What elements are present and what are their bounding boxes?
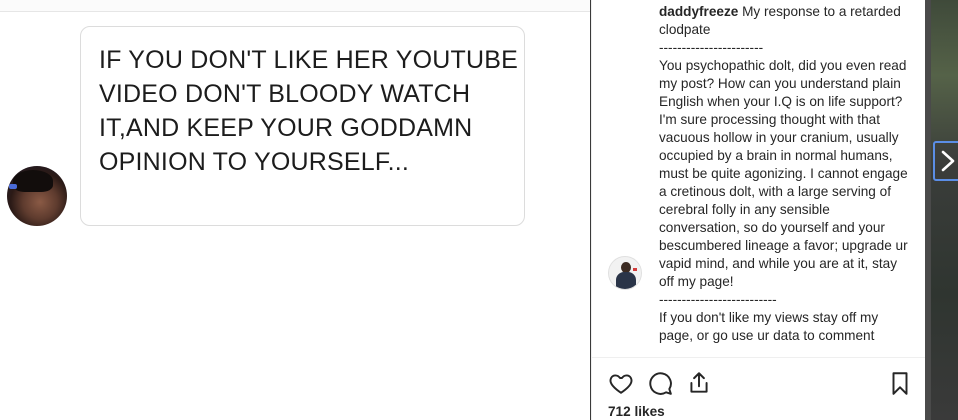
message-sender-avatar bbox=[7, 166, 67, 226]
chevron-right-icon bbox=[941, 150, 955, 172]
next-post-button[interactable] bbox=[933, 141, 958, 181]
commenter-avatar[interactable] bbox=[608, 256, 642, 290]
share-icon[interactable] bbox=[686, 370, 712, 396]
avatar-light bbox=[9, 184, 17, 189]
comment-bubble-icon[interactable] bbox=[647, 370, 673, 396]
comment-body: My response to a retarded clodpate -----… bbox=[659, 4, 908, 343]
comment-text: daddyfreeze My response to a retarded cl… bbox=[659, 3, 909, 345]
image-topbar bbox=[0, 0, 590, 12]
comment-list[interactable]: daddyfreeze My response to a retarded cl… bbox=[592, 0, 926, 358]
heart-icon[interactable] bbox=[608, 370, 634, 396]
avatar-hair bbox=[13, 170, 53, 192]
likes-count[interactable]: 712 likes bbox=[608, 404, 665, 419]
post-actions-bar: 712 likes bbox=[592, 358, 926, 420]
bookmark-icon[interactable] bbox=[887, 370, 913, 396]
post-image: IF YOU DON'T LIKE HER YOUTUBE VIDEO DON'… bbox=[0, 0, 590, 420]
comments-panel: daddyfreeze My response to a retarded cl… bbox=[591, 0, 926, 420]
message-bubble: IF YOU DON'T LIKE HER YOUTUBE VIDEO DON'… bbox=[80, 26, 525, 226]
message-bubble-text: IF YOU DON'T LIKE HER YOUTUBE VIDEO DON'… bbox=[99, 46, 518, 176]
next-post-preview bbox=[931, 0, 958, 420]
avatar-accent bbox=[633, 268, 637, 271]
avatar-body bbox=[616, 272, 636, 289]
comment-username[interactable]: daddyfreeze bbox=[659, 4, 738, 19]
